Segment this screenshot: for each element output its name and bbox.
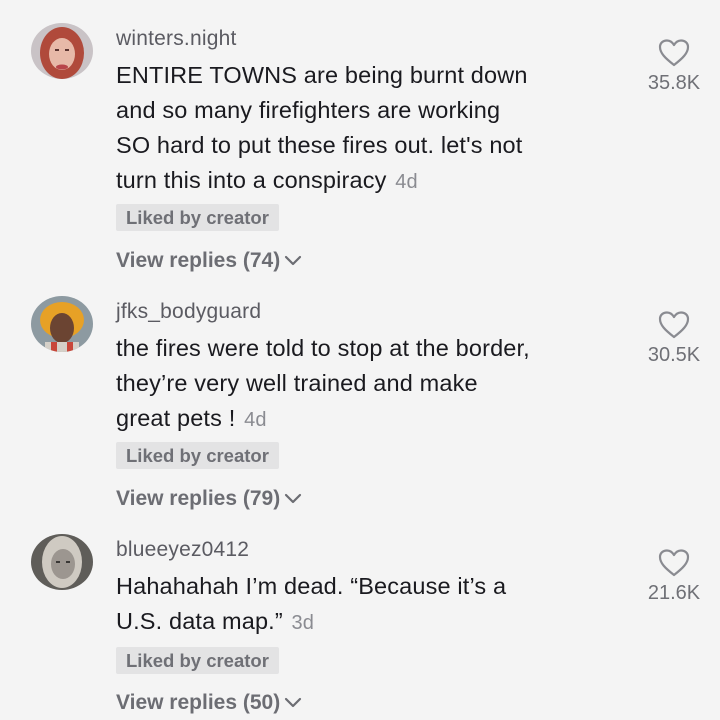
comment-timestamp: 4d [395,171,418,193]
liked-by-creator-badge: Liked by creator [116,442,279,469]
like-count: 35.8K [647,72,701,94]
avatar[interactable] [31,296,93,352]
chevron-down-icon [285,255,302,266]
comment-text-line: ENTIRE TOWNS are being burnt down [116,62,528,88]
view-replies-label: View replies (74) [116,249,281,272]
chevron-down-icon [285,697,302,708]
comment-text-line: great pets ! [116,405,236,431]
avatar-image [31,23,93,79]
comment-text-line: Hahahahah I’m dead. “Because it’s a [116,573,507,599]
comment-text-line-last: great pets ! 4d [116,401,616,438]
comment-text-line: U.S. data map.” [116,608,283,634]
comment-text: ENTIRE TOWNS are being burnt down and so… [116,58,616,200]
view-replies-label: View replies (50) [116,691,281,714]
avatar-image [31,534,93,590]
comment-text-line: and so many firefighters are working [116,97,501,123]
comment-text-line-last: U.S. data map.” 3d [116,604,616,641]
like-control[interactable]: 30.5K [632,310,716,367]
like-control[interactable]: 35.8K [632,38,716,95]
heart-icon[interactable] [657,310,691,340]
comment-username[interactable]: jfks_bodyguard [116,300,261,324]
comment-text-line: they’re very well trained and make [116,370,478,396]
view-replies-button[interactable]: View replies (79) [116,487,302,511]
like-count: 21.6K [647,582,701,604]
comment-timestamp: 4d [244,409,267,431]
like-control[interactable]: 21.6K [632,548,716,605]
view-replies-button[interactable]: View replies (50) [116,691,302,715]
comment-timestamp: 3d [291,612,315,634]
avatar-image [31,296,93,352]
avatar[interactable] [31,23,93,79]
comment-username[interactable]: winters.night [116,27,237,51]
view-replies-button[interactable]: View replies (74) [116,249,302,273]
comment-username[interactable]: blueeyez0412 [116,538,249,562]
comment-text-line: the fires were told to stop at the borde… [116,335,530,361]
comment-text: Hahahahah I’m dead. “Because it’s a U.S.… [116,569,616,641]
heart-icon[interactable] [657,38,691,68]
comment-text-line: turn this into a conspiracy [116,167,387,193]
chevron-down-icon [285,493,302,504]
liked-by-creator-badge: Liked by creator [116,204,279,231]
heart-icon[interactable] [657,548,691,578]
like-count: 30.5K [647,344,701,366]
comment-text-line-last: turn this into a conspiracy 4d [116,163,616,200]
view-replies-label: View replies (79) [116,487,281,510]
comment-text-line: SO hard to put these fires out. let's no… [116,132,523,158]
liked-by-creator-badge: Liked by creator [116,647,279,674]
avatar[interactable] [31,534,93,590]
comment-text: the fires were told to stop at the borde… [116,331,616,438]
